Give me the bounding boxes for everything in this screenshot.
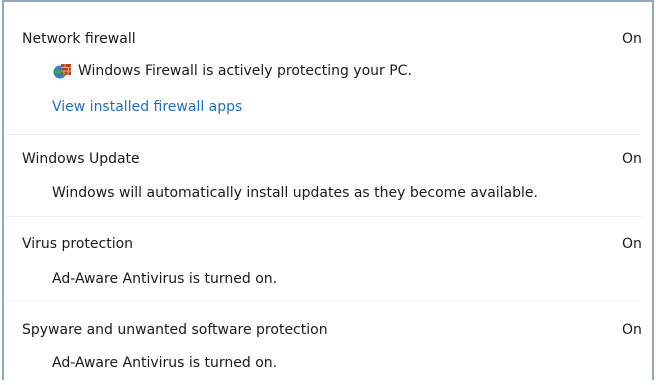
virus-protection-status: On <box>622 236 642 252</box>
network-firewall-status: On <box>622 31 642 47</box>
security-status-panel: Network firewall On Windows Firewall is … <box>2 0 654 380</box>
windows-update-description: Windows will automatically install updat… <box>52 185 538 201</box>
windows-update-title: Windows Update <box>22 151 140 167</box>
virus-protection-description: Ad-Aware Antivirus is turned on. <box>52 271 278 287</box>
network-firewall-title: Network firewall <box>22 31 136 47</box>
spyware-protection-description: Ad-Aware Antivirus is turned on. <box>52 355 278 371</box>
divider <box>4 216 642 217</box>
divider <box>4 134 642 135</box>
windows-update-status: On <box>622 151 642 167</box>
network-firewall-description-text: Windows Firewall is actively protecting … <box>78 63 412 79</box>
network-firewall-description: Windows Firewall is actively protecting … <box>52 62 412 80</box>
spyware-protection-title: Spyware and unwanted software protection <box>22 322 328 338</box>
divider <box>4 300 642 301</box>
spyware-protection-status: On <box>622 322 642 338</box>
firewall-shield-icon <box>52 62 72 80</box>
virus-protection-title: Virus protection <box>22 236 134 252</box>
view-firewall-apps-link[interactable]: View installed firewall apps <box>52 98 242 116</box>
